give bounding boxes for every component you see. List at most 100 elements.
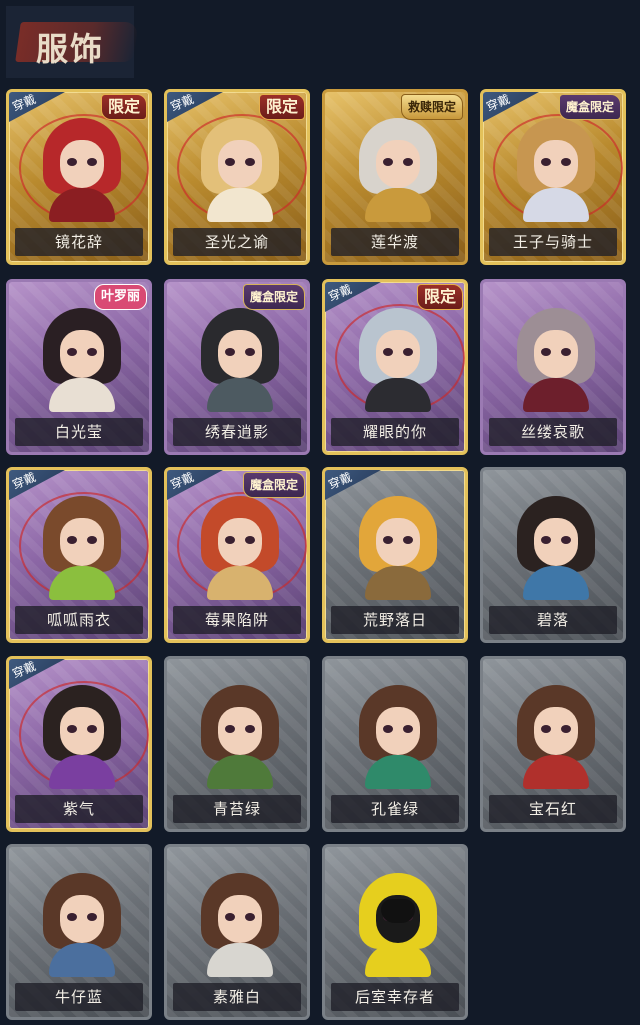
costume-card[interactable]: 叶罗丽白光莹 [6,279,152,455]
character-portrait [43,685,121,789]
costume-name: 后室幸存者 [331,983,459,1011]
limited-tag: 限定 [258,94,305,120]
portrait-eye [383,725,393,733]
character-portrait [359,685,437,789]
portrait-face [218,518,262,566]
portrait-eye [403,158,413,166]
portrait-face [218,707,262,755]
character-portrait [201,685,279,789]
portrait-face [218,140,262,188]
costume-name: 素雅白 [173,983,301,1011]
limited-tag: 魔盒限定 [242,284,305,310]
portrait-eye [403,536,413,544]
costume-card[interactable]: 碧落 [480,467,626,643]
portrait-eye [67,158,77,166]
portrait-eye [561,158,571,166]
costume-name: 镜花辞 [15,228,143,256]
portrait-eye [541,348,551,356]
portrait-face [534,518,578,566]
costume-name: 呱呱雨衣 [15,606,143,634]
portrait-eye [245,913,255,921]
limited-tag: 魔盒限定 [242,472,305,498]
portrait-eye [541,158,551,166]
costume-name: 王子与骑士 [489,228,617,256]
portrait-face [534,707,578,755]
character-portrait [517,308,595,412]
character-portrait [43,496,121,600]
portrait-face [376,330,420,378]
portrait-eye [383,158,393,166]
costume-name: 绣春逍影 [173,418,301,446]
costume-name: 宝石红 [489,795,617,823]
section-title: 服饰 [36,30,105,68]
costume-card[interactable]: 牛仔蓝 [6,844,152,1020]
costume-name: 丝缕哀歌 [489,418,617,446]
portrait-eye [383,536,393,544]
character-portrait [359,873,437,977]
character-portrait [201,873,279,977]
costume-card[interactable]: 穿戴 紫气 [6,656,152,832]
costume-card[interactable]: 魔盒限定绣春逍影 [164,279,310,455]
portrait-face [376,518,420,566]
limited-tag: 叶罗丽 [93,284,147,310]
portrait-eye [87,536,97,544]
portrait-eye [245,158,255,166]
limited-tag: 救赎限定 [400,94,463,120]
costume-name: 莲华渡 [331,228,459,256]
costume-card[interactable]: 魔盒限定 穿戴 王子与骑士 [480,89,626,265]
portrait-face [60,895,104,943]
portrait-eye [245,725,255,733]
portrait-eye [67,913,77,921]
portrait-face [534,330,578,378]
costume-card[interactable]: 素雅白 [164,844,310,1020]
character-portrait [517,118,595,222]
portrait-face [534,140,578,188]
character-portrait [359,308,437,412]
character-portrait [359,118,437,222]
costume-name: 耀眼的你 [331,418,459,446]
portrait-eye [87,725,97,733]
costume-name: 圣光之谕 [173,228,301,256]
portrait-eye [225,725,235,733]
costume-card[interactable]: 救赎限定莲华渡 [322,89,468,265]
costume-card[interactable]: 穿戴 荒野落日 [322,467,468,643]
portrait-face [218,895,262,943]
portrait-face [60,330,104,378]
character-portrait [43,118,121,222]
character-portrait [201,496,279,600]
portrait-eye [225,348,235,356]
portrait-face [60,518,104,566]
portrait-face [60,707,104,755]
character-portrait [359,496,437,600]
portrait-eye [245,536,255,544]
portrait-eye [245,348,255,356]
portrait-eye [87,348,97,356]
character-portrait [201,118,279,222]
costume-card[interactable]: 限定 穿戴 圣光之谕 [164,89,310,265]
costume-card[interactable]: 限定 穿戴 耀眼的你 [322,279,468,455]
costume-card[interactable]: 穿戴 呱呱雨衣 [6,467,152,643]
limited-tag: 限定 [416,284,463,310]
costume-card[interactable]: 宝石红 [480,656,626,832]
character-portrait [43,873,121,977]
portrait-face [60,140,104,188]
costume-name: 牛仔蓝 [15,983,143,1011]
costume-card[interactable]: 丝缕哀歌 [480,279,626,455]
portrait-eye [225,158,235,166]
portrait-face [376,140,420,188]
portrait-eye [561,725,571,733]
costume-card[interactable]: 青苔绿 [164,656,310,832]
costume-card[interactable]: 后室幸存者 [322,844,468,1020]
portrait-eye [67,725,77,733]
portrait-eye [403,725,413,733]
costume-card[interactable]: 魔盒限定 穿戴 莓果陷阱 [164,467,310,643]
costume-name: 白光莹 [15,418,143,446]
costume-name: 莓果陷阱 [173,606,301,634]
costume-name: 青苔绿 [173,795,301,823]
costume-card[interactable]: 限定 穿戴 镜花辞 [6,89,152,265]
character-portrait [517,496,595,600]
portrait-eye [561,348,571,356]
costume-card[interactable]: 孔雀绿 [322,656,468,832]
section-header: 服饰 [6,6,139,78]
portrait-face [218,330,262,378]
